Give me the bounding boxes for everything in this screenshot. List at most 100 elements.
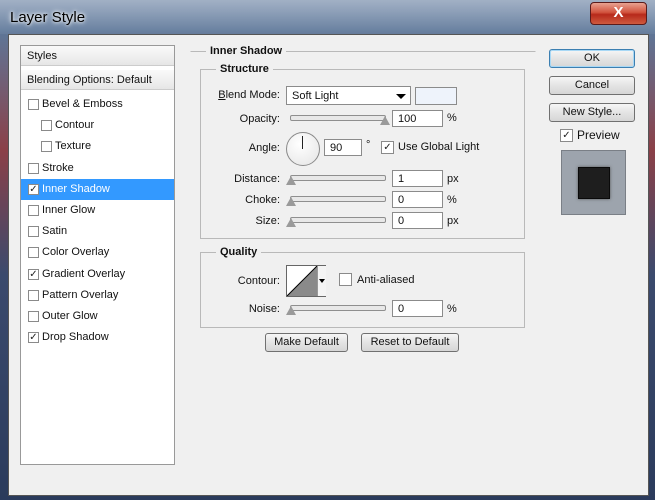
new-style-button[interactable]: New Style... [549,103,635,122]
inner-shadow-title: Inner Shadow [206,45,287,57]
size-slider-thumb[interactable] [286,218,296,227]
styles-header[interactable]: Styles [21,46,174,66]
distance-label: Distance: [234,173,280,185]
chevron-down-icon [319,279,325,283]
styles-list: Styles Blending Options: Default Bevel &… [20,45,175,465]
close-button[interactable]: X [590,2,647,25]
style-item-checkbox[interactable]: ✓ [28,268,39,280]
style-item-gradient-overlay[interactable]: ✓ Gradient Overlay [21,264,174,285]
noise-input[interactable]: 0 [392,300,443,317]
style-item-checkbox[interactable] [28,99,39,110]
chevron-down-icon [396,94,406,99]
use-global-light-label: Use Global Light [398,141,480,153]
angle-input[interactable]: 90 [324,139,362,156]
blend-mode-label-text: lend Mode: [225,89,280,101]
style-item-checkbox[interactable] [28,311,39,322]
angle-dial[interactable] [286,132,320,166]
style-item-label: Drop Shadow [42,331,109,344]
opacity-label: Opacity: [239,113,280,125]
style-item-label: Pattern Overlay [42,288,119,301]
choke-input[interactable]: 0 [392,191,443,208]
noise-unit: % [447,303,457,315]
contour-linear-icon [287,266,317,296]
style-item-label: Color Overlay [42,246,110,259]
choke-slider-track[interactable] [290,196,386,202]
quality-title: Quality [216,246,262,258]
size-unit: px [447,215,459,227]
style-item-checkbox[interactable]: ✓ [28,332,39,344]
style-preview-thumbnail [561,150,626,215]
noise-slider-track[interactable] [290,305,386,311]
window-title: Layer Style [10,9,86,26]
angle-dial-needle [302,136,303,149]
style-item-label: Gradient Overlay [42,267,126,280]
style-item-label: Texture [55,140,92,153]
style-item-satin[interactable]: Satin [21,221,174,242]
choke-slider-thumb[interactable] [286,197,296,206]
blend-mode-select[interactable]: Soft Light [286,86,411,105]
angle-label: Angle: [248,142,280,154]
style-item-checkbox[interactable] [28,205,39,216]
ok-button[interactable]: OK [549,49,635,68]
style-item-inner-glow[interactable]: Inner Glow [21,200,174,221]
choke-label: Choke: [245,194,280,206]
distance-slider-thumb[interactable] [286,176,296,185]
style-item-checkbox[interactable]: ✓ [28,183,39,195]
use-global-light-checkbox[interactable]: ✓ [381,141,394,154]
contour-label: Contour: [237,275,280,287]
style-item-contour[interactable]: Contour [21,115,174,136]
style-item-label: Stroke [42,161,74,174]
title-bar[interactable] [0,0,655,34]
preview-label: Preview [577,128,620,142]
preview-swatch [578,167,610,199]
quality-group [200,252,525,328]
style-item-stroke[interactable]: Stroke [21,158,174,179]
style-item-texture[interactable]: Texture [21,136,174,157]
contour-picker[interactable] [286,265,326,297]
style-item-label: Bevel & Emboss [42,98,123,110]
choke-unit: % [447,194,457,206]
angle-unit: ° [366,139,371,151]
size-slider-track[interactable] [290,217,386,223]
style-item-label: Contour [55,119,95,132]
style-item-outer-glow[interactable]: Outer Glow [21,306,174,327]
contour-dropdown[interactable] [317,266,326,296]
make-default-button[interactable]: Make Default [265,333,348,352]
distance-input[interactable]: 1 [392,170,443,187]
anti-aliased-checkbox[interactable] [339,273,352,286]
shadow-color-swatch[interactable] [415,87,457,105]
opacity-unit: % [447,112,457,124]
style-item-label: Satin [42,225,68,238]
style-item-color-overlay[interactable]: Color Overlay [21,242,174,263]
style-item-checkbox[interactable] [28,247,39,259]
anti-aliased-label: Anti-aliased [357,274,415,286]
blend-mode-value: Soft Light [292,90,339,102]
size-input[interactable]: 0 [392,212,443,229]
noise-slider-thumb[interactable] [286,306,296,315]
style-item-checkbox[interactable] [28,289,39,301]
reset-to-default-button[interactable]: Reset to Default [361,333,459,352]
style-item-inner-shadow[interactable]: ✓ Inner Shadow [21,178,174,200]
opacity-slider-thumb[interactable] [380,116,390,125]
noise-label: Noise: [248,303,280,315]
style-item-pattern-overlay[interactable]: Pattern Overlay [21,285,174,306]
style-item-bevel-emboss[interactable]: Bevel & Emboss [21,94,174,115]
style-item-checkbox[interactable] [28,226,39,238]
blend-mode-label: Blend Mode: [218,89,280,101]
size-label: Size: [255,215,280,227]
distance-slider-track[interactable] [290,175,386,181]
style-item-checkbox[interactable] [28,162,39,174]
style-item-checkbox[interactable] [41,120,52,132]
style-item-checkbox[interactable] [41,141,52,153]
opacity-slider-track[interactable] [290,115,386,121]
structure-title: Structure [216,63,273,75]
style-item-drop-shadow[interactable]: ✓ Drop Shadow [21,327,174,348]
distance-unit: px [447,173,459,185]
cancel-button[interactable]: Cancel [549,76,635,95]
blending-options-item[interactable]: Blending Options: Default [21,70,174,90]
preview-checkbox[interactable]: ✓ [560,129,573,142]
style-item-label: Outer Glow [42,310,98,322]
style-item-label: Inner Shadow [42,182,110,195]
opacity-input[interactable]: 100 [392,110,443,127]
style-item-label: Inner Glow [42,204,96,216]
